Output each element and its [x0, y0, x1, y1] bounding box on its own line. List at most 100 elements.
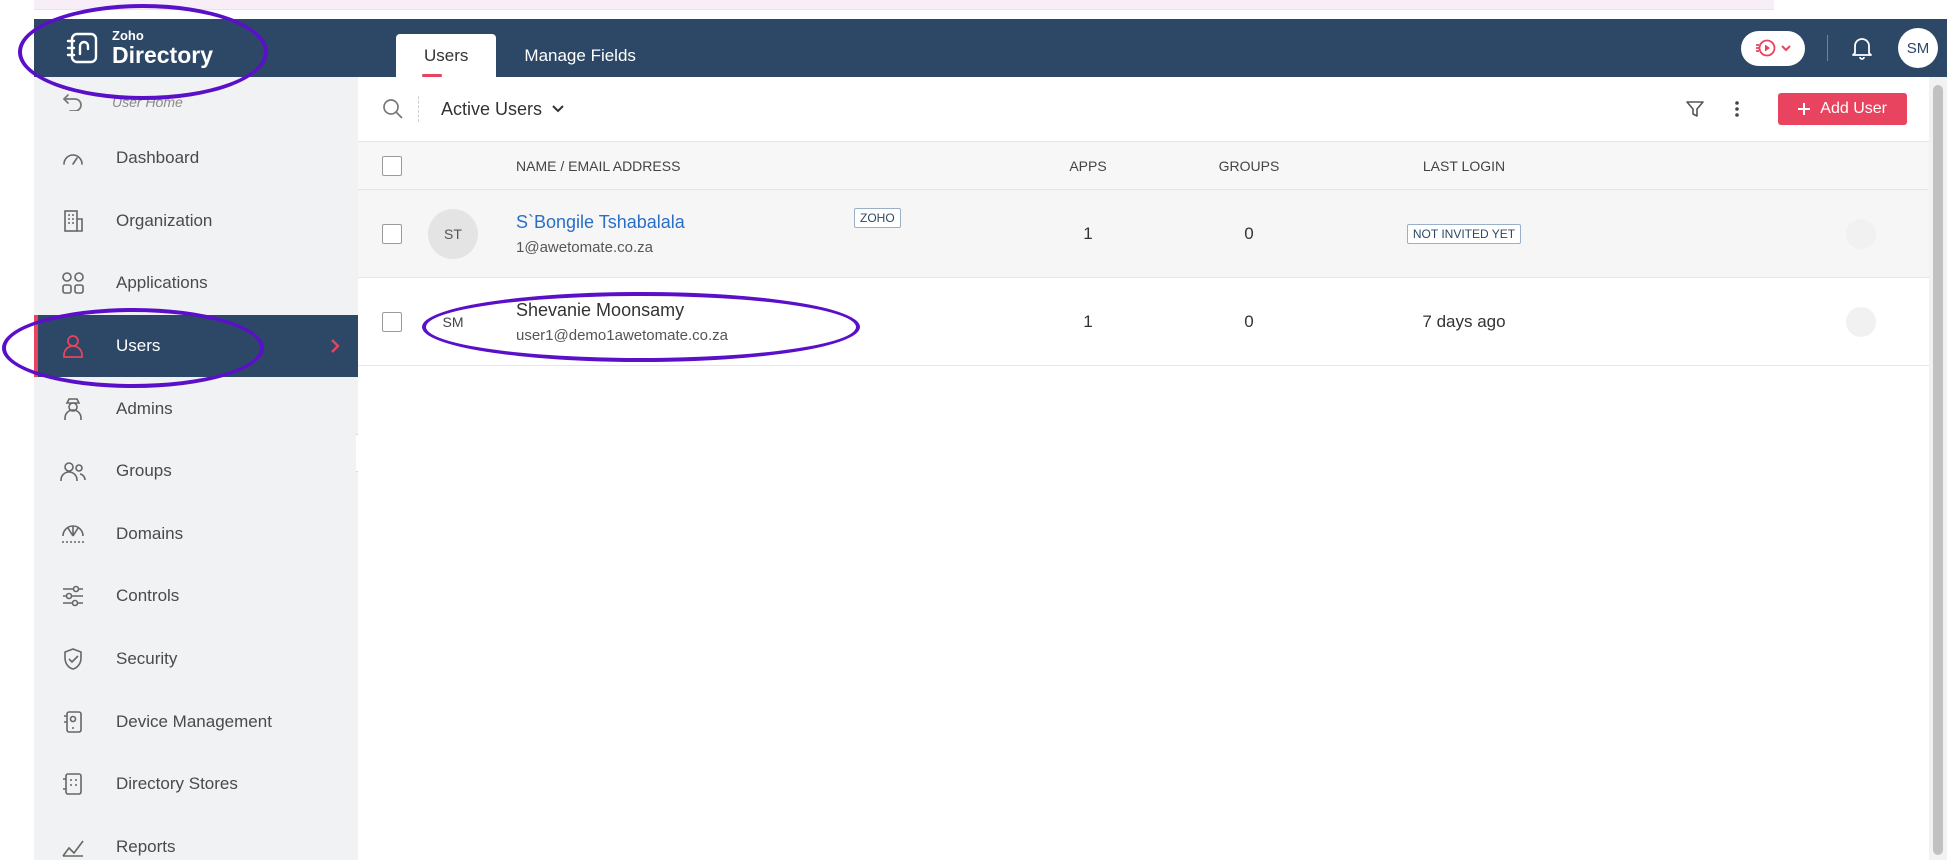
table-row[interactable]: SM Shevanie Moonsamy user1@demo1awetomat…: [358, 278, 1929, 366]
organization-icon: [60, 208, 86, 234]
sidebar-item-domains[interactable]: Domains: [34, 503, 358, 566]
row-checkbox[interactable]: [382, 223, 402, 244]
source-badge: ZOHO: [854, 208, 901, 228]
scrollbar-thumb[interactable]: [1933, 85, 1943, 855]
filter-icon: [1686, 101, 1705, 117]
status-badge: NOT INVITED YET: [1406, 223, 1522, 244]
select-all-checkbox[interactable]: [382, 155, 402, 176]
sidebar-item-label: Admins: [116, 398, 173, 418]
back-arrow-icon: [63, 94, 82, 111]
chart-icon: [60, 834, 86, 860]
sidebar-item-label: Organization: [116, 210, 213, 230]
sidebar-item-device-management[interactable]: Device Management: [34, 690, 358, 753]
gauge-icon: [60, 145, 86, 171]
header-separator: [1827, 35, 1828, 61]
device-icon: [60, 709, 86, 735]
sidebar-item-controls[interactable]: Controls: [34, 565, 358, 628]
groups-count: 0: [1244, 311, 1254, 331]
sidebar-item-label: Directory Stores: [116, 774, 238, 794]
sidebar-item-label: Users: [116, 336, 161, 356]
sidebar-item-label: Security: [116, 649, 178, 669]
user-name-link[interactable]: Shevanie Moonsamy: [516, 300, 684, 321]
row-checkbox[interactable]: [382, 311, 402, 332]
sidebar-back-user-home[interactable]: User Home: [34, 77, 358, 127]
more-vertical-icon: [1735, 101, 1740, 117]
vertical-scrollbar[interactable]: [1929, 77, 1947, 860]
row-actions-button[interactable]: [1846, 306, 1876, 337]
chevron-down-icon: [552, 105, 564, 113]
sidebar-item-label: Applications: [116, 273, 208, 293]
chevron-down-icon: [1781, 45, 1791, 52]
column-header-groups[interactable]: GROUPS: [1194, 142, 1304, 189]
play-icon: [1756, 39, 1776, 57]
more-options-button[interactable]: [1722, 94, 1752, 124]
main-content: Active Users Add User NAME / EMAIL ADDRE…: [358, 77, 1929, 860]
globe-icon: [60, 521, 86, 547]
tab-manage-fields[interactable]: Manage Fields: [496, 34, 664, 77]
sidebar-back-label: User Home: [112, 94, 183, 110]
table-row[interactable]: ST S`Bongile Tshabalala 1@awetomate.co.z…: [358, 190, 1929, 278]
sidebar-item-users[interactable]: Users: [34, 314, 358, 378]
user-view-label: Active Users: [441, 98, 543, 119]
search-icon[interactable]: [382, 98, 404, 120]
user-view-dropdown[interactable]: Active Users: [441, 99, 564, 120]
store-icon: [60, 771, 86, 797]
logo-brand: Zoho: [112, 28, 144, 43]
admin-icon: [60, 396, 86, 422]
row-actions-button[interactable]: [1846, 218, 1876, 249]
sidebar-item-admins[interactable]: Admins: [34, 377, 358, 440]
groups-count: 0: [1244, 223, 1254, 243]
sidebar-item-directory-stores[interactable]: Directory Stores: [34, 753, 358, 816]
sliders-icon: [60, 583, 86, 609]
zoho-directory-logo[interactable]: Zoho Directory: [64, 26, 213, 70]
sidebar-item-dashboard[interactable]: Dashboard: [34, 127, 358, 190]
users-toolbar: Active Users Add User: [358, 77, 1929, 142]
shield-icon: [60, 646, 86, 672]
toolbar-separator: [418, 96, 419, 122]
table-header: NAME / EMAIL ADDRESS APPS GROUPS LAST LO…: [358, 142, 1929, 190]
add-user-label: Add User: [1820, 100, 1887, 117]
column-header-last-login[interactable]: LAST LOGIN: [1374, 142, 1554, 189]
user-name-link[interactable]: S`Bongile Tshabalala: [516, 212, 685, 233]
column-header-name[interactable]: NAME / EMAIL ADDRESS: [516, 142, 680, 189]
column-header-apps[interactable]: APPS: [1038, 142, 1138, 189]
user-email: user1@demo1awetomate.co.za: [516, 326, 729, 344]
sidebar-item-label: Dashboard: [116, 148, 200, 168]
chevron-right-icon: [331, 339, 340, 353]
sidebar-item-organization[interactable]: Organization: [34, 190, 358, 253]
whats-new-button[interactable]: [1741, 30, 1805, 66]
last-login-text: 7 days ago: [1422, 311, 1506, 331]
notifications-button[interactable]: [1848, 34, 1876, 62]
add-user-button[interactable]: Add User: [1778, 93, 1907, 125]
app-header: Zoho Directory Users Manage Fields SM: [34, 19, 1947, 77]
apps-count: 1: [1083, 223, 1093, 243]
user-avatar: SM: [428, 296, 478, 347]
header-actions: SM: [1741, 28, 1938, 68]
logo-product: Directory: [112, 42, 213, 68]
profile-avatar[interactable]: SM: [1898, 28, 1938, 68]
sidebar-item-reports[interactable]: Reports: [34, 816, 358, 860]
header-tabs: Users Manage Fields: [396, 34, 664, 77]
sidebar-item-label: Groups: [116, 461, 172, 481]
user-email: 1@awetomate.co.za: [516, 238, 653, 256]
plus-icon: [1798, 103, 1811, 115]
sidebar-item-security[interactable]: Security: [34, 628, 358, 691]
filter-button[interactable]: [1680, 94, 1710, 124]
user-icon: [60, 333, 86, 359]
user-avatar: ST: [428, 208, 478, 259]
sidebar: User Home Dashboard Organization Applica…: [34, 77, 358, 860]
sidebar-item-applications[interactable]: Applications: [34, 252, 358, 315]
sidebar-item-groups[interactable]: Groups: [34, 440, 358, 503]
bell-icon: [1852, 38, 1872, 60]
apps-count: 1: [1083, 311, 1093, 331]
sidebar-item-label: Controls: [116, 586, 180, 606]
browser-top-strip: [34, 0, 1774, 10]
sidebar-item-label: Domains: [116, 523, 184, 543]
tab-users[interactable]: Users: [396, 34, 497, 77]
sidebar-item-label: Reports: [116, 836, 176, 856]
grid-icon: [60, 270, 86, 296]
toolbar-actions: Add User: [1680, 92, 1907, 126]
directory-logo-icon: [66, 32, 98, 64]
sidebar-item-label: Device Management: [116, 711, 272, 731]
group-icon: [60, 458, 86, 484]
